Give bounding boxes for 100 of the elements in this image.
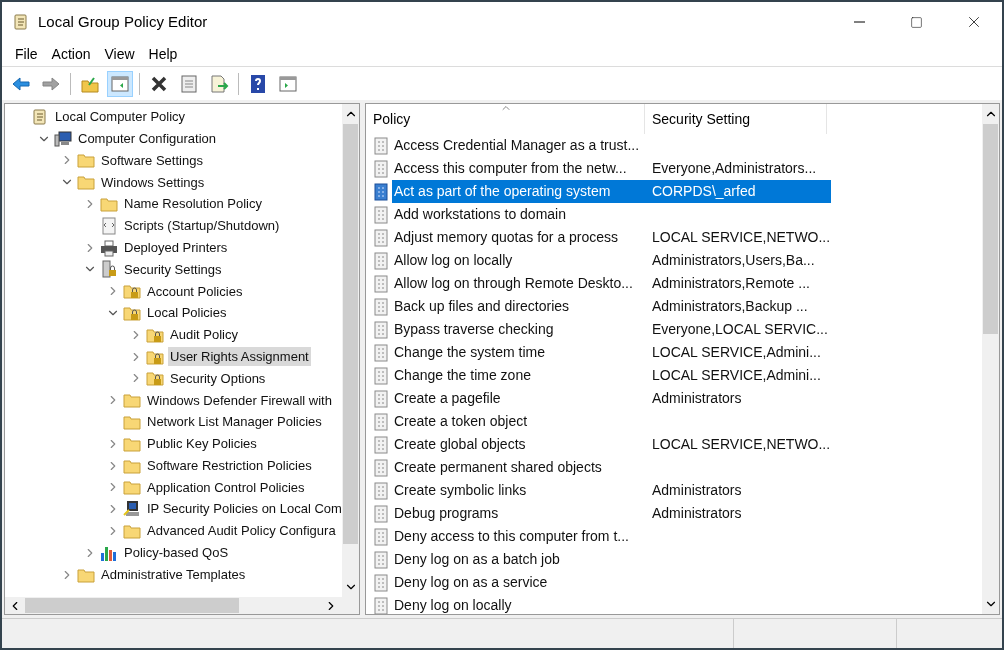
tree-item[interactable]: Security Options [168,368,268,389]
tree-item[interactable]: Security Settings [122,259,224,280]
table-row[interactable]: Deny log on as a batch job [392,548,831,571]
policy-icon [372,596,390,614]
tree-item[interactable]: Scripts (Startup/Shutdown) [122,216,282,236]
table-row[interactable]: Add workstations to domain [392,203,831,226]
folder-icon [77,173,95,192]
table-row[interactable]: Create a token object [392,410,831,433]
policy-cell-text: Deny access to this computer from t... [393,527,630,546]
tree-item[interactable]: User Rights Assignment [168,346,311,367]
policy-icon [372,435,390,454]
tree-item[interactable]: Advanced Audit Policy Configura [145,521,338,541]
setting-cell-text: Administrators [651,481,743,500]
table-row[interactable]: Create permanent shared objects [392,456,831,479]
tree-item[interactable]: Software Settings [99,150,205,171]
policy-icon [372,458,390,477]
table-row[interactable]: Back up files and directories Administrators,Backup ... [392,295,831,318]
table-row[interactable]: Deny access to this computer from t... [392,525,831,548]
table-row[interactable]: Adjust memory quotas for a process LOCAL SERVICE,NETWO... [392,226,831,249]
policy-cell-text: Deny log on as a batch job [393,550,561,569]
horizontal-scrollbar[interactable] [5,597,359,614]
policy-cell-text: Allow log on through Remote Deskto... [393,274,634,293]
properties-icon [179,73,199,94]
maximize-icon [910,15,923,29]
column-header[interactable]: Policy [366,104,645,134]
policy-icon [372,527,390,546]
policy-icon [372,504,390,523]
tree-item[interactable]: Windows Settings [99,172,207,193]
setting-cell-text: LOCAL SERVICE,NETWO... [651,228,831,247]
help-icon [248,73,268,94]
tree-item[interactable]: Public Key Policies [145,434,259,454]
setting-cell-text: Administrators [651,389,743,408]
policy-icon [372,228,390,247]
export-list-icon [209,73,229,94]
tree-item[interactable]: Audit Policy [168,325,240,345]
action-pane-icon [278,73,298,94]
policy-icon [372,320,390,339]
scrollbar-thumb[interactable] [343,124,358,544]
policy-cell-text: Deny log on locally [393,596,513,614]
policy-icon [372,182,390,201]
table-row[interactable]: Allow log on through Remote Deskto... Administrators,Remote ... [392,272,831,295]
tree-item[interactable]: IP Security Policies on Local Com [145,499,342,519]
table-row[interactable]: Create symbolic links Administrators [392,479,831,502]
menu-item[interactable]: Help [141,43,185,65]
setting-cell-text: Administrators [651,504,743,523]
tree-item[interactable]: Deployed Printers [122,237,230,258]
policy-icon [372,550,390,569]
menu-item[interactable]: Action [44,43,98,65]
policy-cell-text: Adjust memory quotas for a process [393,228,620,247]
policy-cell-text: Change the system time [393,343,546,362]
tree-item[interactable]: Software Restriction Policies [145,455,314,476]
policy-icon [372,274,390,293]
tree-item[interactable]: Local Policies [145,303,229,323]
scroll-icon [31,107,49,126]
tree-item[interactable]: Computer Configuration [76,128,219,149]
table-row[interactable]: Debug programs Administrators [392,502,831,525]
tree-item[interactable]: Name Resolution Policy [122,194,264,214]
pane-toggle-icon [110,73,130,94]
minimize-icon [854,21,865,23]
tree-item[interactable]: Network List Manager Policies [145,412,324,432]
folder-icon [123,391,141,410]
menu-item[interactable]: File [8,43,45,65]
table-row[interactable]: Allow log on locally Administrators,Users,Ba... [392,249,831,272]
setting-cell-text: LOCAL SERVICE,NETWO... [651,435,831,454]
folder-icon [123,522,141,541]
tree-item[interactable]: Account Policies [145,281,245,301]
policy-icon [372,159,390,178]
setting-cell-text: Administrators,Backup ... [651,297,809,316]
policy-cell-text: Act as part of the operating system [393,182,612,201]
table-row[interactable]: Access Credential Manager as a trust... [392,134,831,157]
tree-item[interactable]: Policy-based QoS [122,543,231,563]
scrollbar-thumb[interactable] [983,124,998,334]
policy-cell-text: Bypass traverse checking [393,320,555,339]
policy-cell-text: Access this computer from the netw... [393,159,628,178]
table-row[interactable]: Deny log on as a service [392,571,831,594]
printer-icon [100,238,118,257]
tree-item[interactable]: Administrative Templates [99,564,248,585]
setting-cell-text: CORPDS\_arfed [651,182,757,201]
scrollbar-thumb[interactable] [25,598,239,613]
table-row[interactable]: Deny log on locally [392,594,831,614]
column-header[interactable]: Security Setting [645,104,827,134]
tree-item[interactable]: Local Computer Policy [53,107,188,127]
computer-key-icon [123,500,141,519]
pane-toggle-button[interactable] [107,70,133,97]
table-row[interactable]: Bypass traverse checking Everyone,LOCAL SERVIC... [392,318,831,341]
table-row[interactable]: Create global objects LOCAL SERVICE,NETWO... [392,433,831,456]
policy-cell-text: Create a pagefile [393,389,502,408]
table-row[interactable]: Create a pagefile Administrators [392,387,831,410]
table-row[interactable]: Act as part of the operating system CORPDS\_arfed [392,180,831,203]
tree-item[interactable]: Windows Defender Firewall with [145,390,334,410]
setting-cell-text: LOCAL SERVICE,Admini... [651,366,822,385]
tree-item[interactable]: Application Control Policies [145,477,307,498]
setting-cell-text: Administrators,Remote ... [651,274,811,293]
vertical-scrollbar[interactable] [342,104,359,597]
table-row[interactable]: Change the system time LOCAL SERVICE,Admini... [392,341,831,364]
window-title: Local Group Policy Editor [38,11,208,32]
table-row[interactable]: Access this computer from the netw... Everyone,Administrators... [392,157,831,180]
vertical-scrollbar[interactable] [982,104,999,614]
table-row[interactable]: Change the time zone LOCAL SERVICE,Admini... [392,364,831,387]
menu-item[interactable]: View [97,43,142,65]
